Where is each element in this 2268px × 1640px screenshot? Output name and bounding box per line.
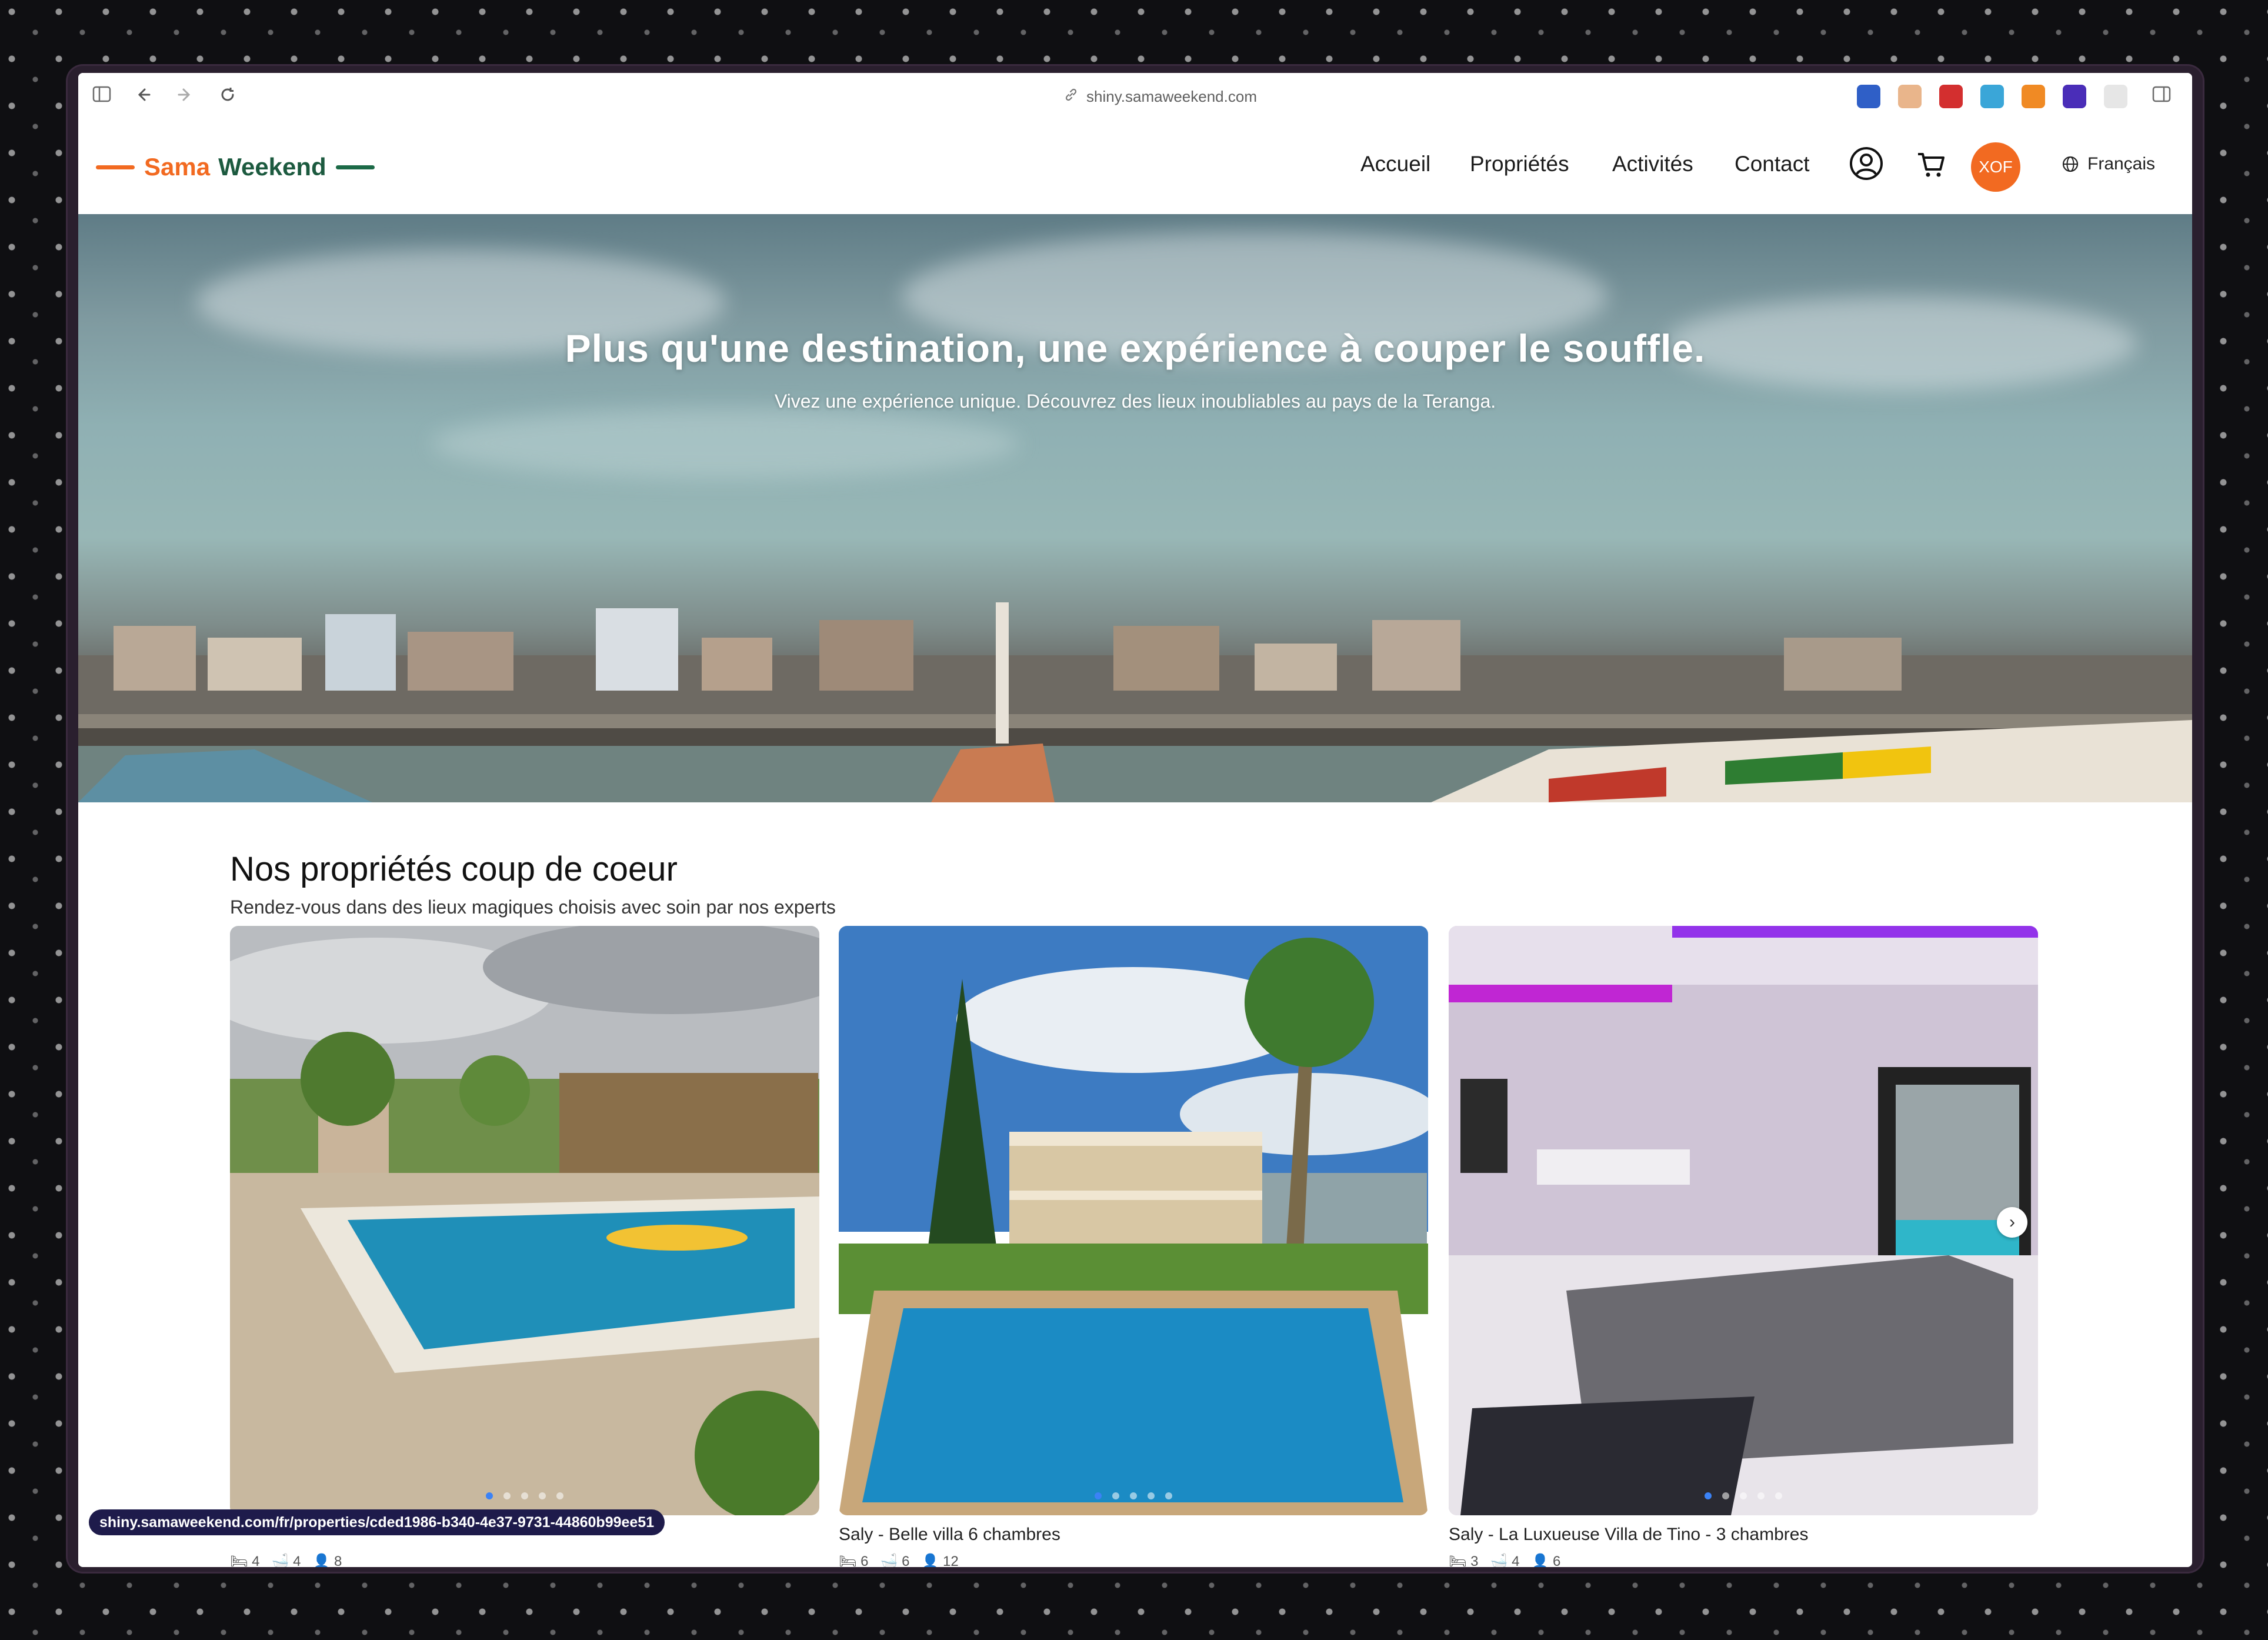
baths-count: 4 bbox=[1512, 1554, 1520, 1567]
carousel-dot[interactable] bbox=[1148, 1492, 1155, 1499]
site-logo[interactable]: Sama Weekend bbox=[96, 151, 375, 184]
guests-icon: 👤 bbox=[312, 1554, 331, 1567]
nav-accueil[interactable]: Accueil bbox=[1360, 152, 1430, 176]
property-title[interactable]: Saly - La Luxueuse Villa de Tino - 3 cha… bbox=[1449, 1525, 1808, 1545]
guests-icon: 👤 bbox=[921, 1554, 939, 1567]
carousel-next-button[interactable]: › bbox=[1997, 1207, 2027, 1238]
forward-arrow-icon[interactable] bbox=[175, 86, 196, 107]
cart-icon[interactable] bbox=[1913, 146, 1949, 181]
extension-icon[interactable] bbox=[2063, 85, 2086, 108]
bath-icon: 🛁 bbox=[880, 1554, 898, 1567]
nav-activites[interactable]: Activités bbox=[1612, 152, 1693, 176]
extension-icon[interactable] bbox=[1939, 85, 1963, 108]
logo-sama-text: Sama bbox=[144, 153, 211, 181]
carousel-dot[interactable] bbox=[1775, 1492, 1782, 1499]
beds-count: 3 bbox=[1470, 1554, 1479, 1567]
hero-subtitle: Vivez une expérience unique. Découvrez d… bbox=[774, 391, 1496, 412]
guests-count: 8 bbox=[334, 1554, 342, 1567]
property-card[interactable] bbox=[839, 926, 1428, 1515]
nav-proprietes[interactable]: Propriétés bbox=[1470, 152, 1569, 176]
language-label: Français bbox=[2087, 154, 2156, 174]
bath-icon: 🛁 bbox=[271, 1554, 289, 1567]
section-subtitle: Rendez-vous dans des lieux magiques choi… bbox=[230, 896, 836, 918]
logo-dash bbox=[335, 165, 375, 169]
hero-title: Plus qu'une destination, une expérience … bbox=[565, 326, 1706, 370]
carousel-dot[interactable] bbox=[1705, 1492, 1712, 1499]
property-image bbox=[839, 926, 1428, 1515]
bed-icon: 🛏 bbox=[839, 1554, 857, 1567]
carousel-dot[interactable] bbox=[556, 1492, 563, 1499]
extension-icon[interactable] bbox=[1898, 85, 1922, 108]
browser-toolbar: shiny.samaweekend.com bbox=[78, 73, 2192, 121]
baths-count: 4 bbox=[293, 1554, 301, 1567]
carousel-dot[interactable] bbox=[503, 1492, 511, 1499]
bath-icon: 🛁 bbox=[1490, 1554, 1508, 1567]
guests-icon: 👤 bbox=[1531, 1554, 1549, 1567]
reload-icon[interactable] bbox=[217, 86, 238, 107]
property-card[interactable] bbox=[230, 926, 819, 1515]
carousel-dots bbox=[1449, 1492, 2038, 1502]
user-account-icon[interactable] bbox=[1849, 146, 1884, 181]
language-selector[interactable]: Français bbox=[2062, 154, 2155, 174]
extension-icon[interactable] bbox=[2022, 85, 2045, 108]
property-title[interactable]: Saly - Belle villa 6 chambres bbox=[839, 1525, 1060, 1545]
property-meta: 🛏 4 🛁 4 👤 8 bbox=[230, 1553, 342, 1567]
property-image bbox=[1449, 926, 2038, 1515]
address-bar[interactable]: shiny.samaweekend.com bbox=[996, 84, 1325, 109]
property-meta: 🛏 3 🛁 4 👤 6 bbox=[1449, 1553, 1560, 1567]
browser-window: shiny.samaweekend.com Sama Weekend Accue… bbox=[68, 66, 2203, 1572]
property-image bbox=[230, 926, 819, 1515]
baths-count: 6 bbox=[902, 1554, 910, 1567]
chevron-right-icon: › bbox=[2009, 1212, 2015, 1232]
section-title: Nos propriétés coup de coeur bbox=[230, 850, 678, 888]
beds-count: 4 bbox=[252, 1554, 260, 1567]
split-view-icon[interactable] bbox=[2151, 86, 2172, 107]
carousel-dot[interactable] bbox=[486, 1492, 493, 1499]
currency-button[interactable]: XOF bbox=[1971, 142, 2020, 192]
guests-count: 12 bbox=[943, 1554, 959, 1567]
carousel-dot[interactable] bbox=[539, 1492, 546, 1499]
extension-icon[interactable] bbox=[1980, 85, 2004, 108]
link-status-bar: shiny.samaweekend.com/fr/properties/cded… bbox=[89, 1509, 665, 1535]
carousel-dot[interactable] bbox=[1722, 1492, 1729, 1499]
url-text: shiny.samaweekend.com bbox=[1086, 88, 1257, 105]
carousel-dot[interactable] bbox=[1757, 1492, 1765, 1499]
globe-icon bbox=[2062, 156, 2079, 172]
carousel-dot[interactable] bbox=[521, 1492, 528, 1499]
browser-content: shiny.samaweekend.com Sama Weekend Accue… bbox=[78, 73, 2192, 1567]
reader-icon[interactable] bbox=[2104, 85, 2127, 108]
bed-icon: 🛏 bbox=[230, 1554, 248, 1567]
sidebar-toggle-icon[interactable] bbox=[91, 86, 112, 107]
carousel-dot[interactable] bbox=[1165, 1492, 1172, 1499]
site-header: Sama Weekend Accueil Propriétés Activité… bbox=[78, 120, 2192, 215]
carousel-dots bbox=[230, 1492, 819, 1502]
hero-city-image bbox=[78, 602, 2192, 802]
carousel-dot[interactable] bbox=[1112, 1492, 1119, 1499]
carousel-dots bbox=[839, 1492, 1428, 1502]
property-meta: 🛏 6 🛁 6 👤 12 bbox=[839, 1553, 959, 1567]
guests-count: 6 bbox=[1553, 1554, 1561, 1567]
back-arrow-icon[interactable] bbox=[132, 86, 154, 107]
carousel-dot[interactable] bbox=[1130, 1492, 1137, 1499]
extension-icon[interactable] bbox=[1857, 85, 1880, 108]
beds-count: 6 bbox=[860, 1554, 869, 1567]
link-icon bbox=[1064, 84, 1078, 109]
carousel-dot[interactable] bbox=[1095, 1492, 1102, 1499]
bed-icon: 🛏 bbox=[1449, 1554, 1467, 1567]
carousel-dot[interactable] bbox=[1740, 1492, 1747, 1499]
property-card[interactable]: › bbox=[1449, 926, 2038, 1515]
hero-banner: Plus qu'une destination, une expérience … bbox=[78, 214, 2192, 802]
logo-weekend-text: Weekend bbox=[218, 153, 326, 181]
nav-contact[interactable]: Contact bbox=[1735, 152, 1810, 176]
logo-dash bbox=[96, 165, 135, 169]
